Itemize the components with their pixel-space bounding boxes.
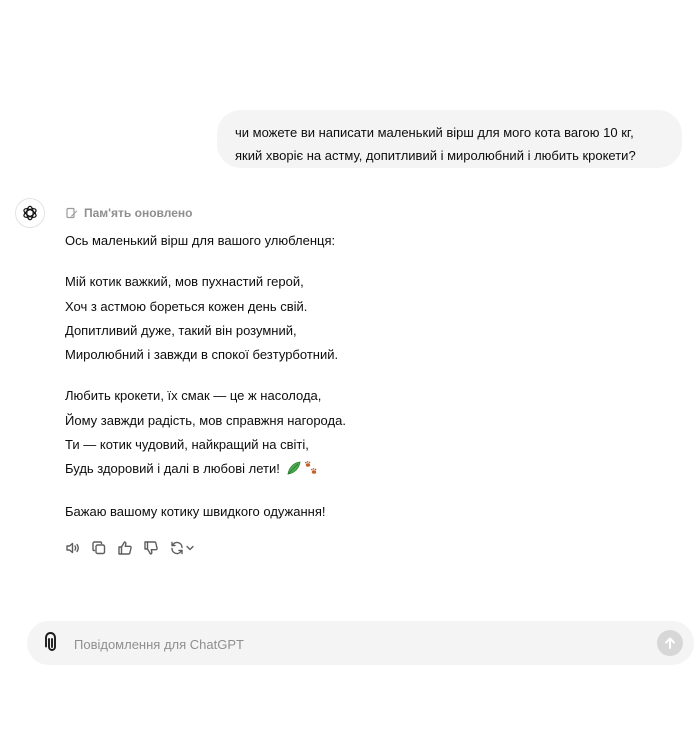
attach-button[interactable] [42, 632, 62, 654]
poem-line: Ти — котик чудовий, найкращий на світі, [65, 437, 309, 452]
chevron-down-icon [186, 545, 194, 551]
message-composer [27, 621, 694, 665]
copy-icon [92, 541, 106, 555]
memory-updated-indicator[interactable]: Пам'ять оновлено [66, 205, 192, 221]
leaf-emoji [287, 461, 301, 475]
poem-line-text: Будь здоровий і далі в любові лети! [65, 461, 280, 476]
read-aloud-icon [66, 542, 79, 554]
thumbs-up-icon [118, 541, 132, 555]
thumbs-up-button[interactable] [116, 539, 134, 557]
thumbs-down-icon [144, 541, 158, 555]
message-actions [64, 538, 196, 558]
user-message-line: який хворіє на астму, допитливий і мирол… [235, 148, 636, 163]
emoji-group [286, 460, 319, 476]
paperclip-icon [45, 632, 56, 651]
poem-line: Хоч з астмою бореться кожен день свій. [65, 299, 308, 314]
memory-updated-label: Пам'ять оновлено [84, 206, 193, 220]
poem-line-with-emoji: Будь здоровий і далі в любові лети! [65, 460, 319, 478]
assistant-closing: Бажаю вашому котику швидкого одужання! [65, 504, 326, 519]
poem-line: Допитливий дуже, такий він розумний, [65, 323, 297, 338]
user-message-line: чи можете ви написати маленький вірш для… [235, 125, 634, 140]
poem-line: Любить крокети, їх смак — це ж насолода, [65, 388, 322, 403]
assistant-avatar [15, 198, 45, 228]
openai-logo-icon [23, 205, 37, 221]
thumbs-down-button[interactable] [142, 539, 160, 557]
message-input[interactable] [72, 631, 636, 657]
paw-prints-emoji [305, 461, 317, 474]
regenerate-icon [171, 541, 183, 555]
arrow-up-icon [665, 637, 675, 649]
poem-line: Миролюбний і завжди в спокої безтурботни… [65, 347, 339, 362]
memory-pencil-icon [66, 207, 78, 219]
copy-button[interactable] [90, 539, 108, 557]
poem-line: Мій котик важкий, мов пухнастий герой, [65, 274, 304, 289]
user-message-bubble: чи можете ви написати маленький вірш для… [217, 110, 682, 168]
send-button[interactable] [657, 630, 683, 656]
regenerate-button[interactable] [168, 539, 196, 557]
read-aloud-button[interactable] [64, 539, 82, 557]
poem-line: Йому завжди радість, мов справжня нагоро… [65, 413, 346, 428]
assistant-intro: Ось маленький вірш для вашого улюбленця: [65, 233, 336, 248]
